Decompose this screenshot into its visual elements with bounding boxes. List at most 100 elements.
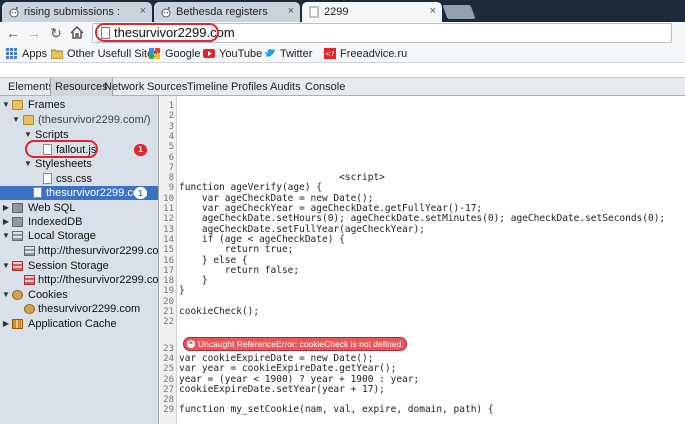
expand-arrow-icon[interactable]: ▼ [2, 229, 10, 243]
line-number: 5 [168, 142, 174, 153]
collapsed-arrow-icon[interactable]: ▶ [2, 317, 10, 331]
tree-application-cache[interactable]: ▶ Application Cache [0, 317, 158, 331]
bookmark-label: Google [165, 48, 201, 60]
bookmark-other-usefull-sites[interactable]: Other Usefull Sites [51, 47, 159, 61]
tree-label: Cookies [28, 289, 68, 301]
line-number: 27 [163, 384, 174, 395]
home-icon[interactable] [70, 26, 84, 39]
tree-label: IndexedDB [28, 216, 83, 228]
tree-label: thesurvivor2299.com [38, 303, 141, 315]
bookmark-freeadvice[interactable]: <? Freeadvice.ru [324, 47, 407, 61]
line-number: 16 [163, 255, 174, 266]
tree-indexeddb[interactable]: ▶ IndexedDB [0, 215, 158, 229]
line-number: 10 [163, 193, 174, 204]
tree-label: http://thesurvivor2299.com [38, 245, 159, 257]
error-count-badge: 1 [134, 144, 147, 156]
bookmarks-bar: Apps Other Usefull Sites Google YouTube … [0, 44, 685, 63]
expand-arrow-icon[interactable]: ▼ [2, 98, 10, 112]
tree-frames[interactable]: ▼ Frames [0, 98, 158, 112]
file-icon [33, 187, 42, 198]
page-viewport [0, 64, 685, 78]
line-number: 7 [168, 162, 174, 173]
new-tab-button[interactable] [442, 5, 476, 19]
collapsed-arrow-icon[interactable]: ▶ [2, 215, 10, 229]
back-arrow-icon[interactable]: ← [5, 25, 21, 41]
tree-cookies[interactable]: ▼ Cookies [0, 288, 158, 302]
expand-arrow-icon[interactable]: ▼ [24, 157, 32, 171]
tree-cookies-domain[interactable]: thesurvivor2299.com [0, 302, 158, 316]
expand-arrow-icon[interactable]: ▼ [12, 113, 20, 127]
tree-web-sql[interactable]: ▶ Web SQL [0, 201, 158, 215]
line-number: 17 [163, 265, 174, 276]
tree-local-storage[interactable]: ▼ Local Storage [0, 229, 158, 243]
tab-bethesda[interactable]: Bethesda registers new do × [154, 2, 300, 22]
tab-network[interactable]: Network [100, 78, 148, 96]
code-line: cookieExpireDate.setYear(year + 17); [179, 383, 385, 395]
source-viewer[interactable]: 1 2 3 4 5 6 7 8 9 10 11 12 13 14 15 16 17 18 19 20 21 22 23 24 2… [160, 96, 685, 424]
cookie-icon [24, 304, 35, 314]
line-number: 15 [163, 245, 174, 256]
tree-label: Session Storage [28, 260, 109, 272]
storage-grid-icon [12, 231, 23, 241]
code-line: return true; [179, 244, 294, 256]
bookmark-youtube[interactable]: YouTube [203, 47, 262, 61]
tree-label: Local Storage [28, 230, 96, 242]
line-number: 28 [163, 395, 174, 406]
close-icon[interactable]: × [430, 5, 436, 17]
close-icon[interactable]: × [288, 5, 294, 17]
file-icon [43, 173, 52, 184]
line-number: 3 [168, 121, 174, 132]
bookmark-google[interactable]: Google [149, 47, 200, 61]
tree-session-origin[interactable]: http://thesurvivor2299.com [0, 273, 159, 287]
close-icon[interactable]: × [140, 5, 146, 17]
line-number: 25 [163, 364, 174, 375]
freeadvice-icon: <? [324, 48, 336, 59]
bookmark-label: Apps [22, 48, 48, 60]
tree-session-storage[interactable]: ▼ Session Storage [0, 259, 158, 273]
tab-timeline[interactable]: Timeline [183, 78, 232, 96]
code-line: var year = cookieExpireDate.getYear(); [179, 363, 397, 375]
collapsed-arrow-icon[interactable]: ▶ [2, 201, 10, 215]
bookmark-label: Twitter [280, 48, 313, 60]
tab-label: Bethesda registers new do [176, 6, 270, 18]
line-number: 1 [168, 101, 174, 111]
reddit-favicon-icon [9, 7, 19, 18]
url-highlight-annotation [95, 23, 219, 42]
line-number: 29 [163, 405, 174, 416]
forward-arrow-icon[interactable]: → [26, 25, 42, 41]
line-number: 9 [168, 183, 174, 194]
database-icon [12, 217, 23, 227]
tab-reddit[interactable]: rising submissions : reddit × [2, 2, 152, 22]
expand-arrow-icon[interactable]: ▼ [2, 288, 10, 302]
bookmark-apps[interactable]: Apps [6, 47, 47, 61]
expand-arrow-icon[interactable]: ▼ [2, 259, 10, 273]
line-number: 2 [168, 111, 174, 122]
tab-audits[interactable]: Audits [266, 78, 305, 96]
tree-origin-frame[interactable]: ▼ (thesurvivor2299.com/) [0, 113, 158, 127]
tab-2299[interactable]: 2299 × [302, 2, 442, 22]
line-number: 8 [168, 173, 174, 184]
tab-profiles[interactable]: Profiles [227, 78, 272, 96]
tab-label: rising submissions : reddit [24, 6, 122, 18]
reload-icon[interactable]: ↻ [48, 25, 64, 41]
tree-label: http://thesurvivor2299.com [38, 274, 159, 286]
application-cache-icon [12, 319, 23, 329]
bookmark-twitter[interactable]: Twitter [264, 47, 312, 61]
tree-label: css.css [56, 173, 93, 185]
folder-icon [12, 100, 23, 110]
tree-label: (thesurvivor2299.com/) [38, 114, 151, 126]
tree-main-document[interactable]: thesurvivor2299.co... 1 [0, 186, 158, 200]
line-number: 23 [163, 343, 174, 354]
tab-console[interactable]: Console [301, 78, 349, 96]
page-favicon-icon [309, 6, 319, 18]
tree-stylesheets[interactable]: ▼ Stylesheets [0, 157, 158, 171]
database-icon [12, 203, 23, 213]
tree-css-css[interactable]: css.css [0, 172, 158, 186]
tree-label: thesurvivor2299.co... [46, 187, 149, 199]
line-number: 13 [163, 224, 174, 235]
tree-local-origin[interactable]: http://thesurvivor2299.com [0, 244, 159, 258]
line-number: 19 [163, 286, 174, 297]
storage-grid-icon [12, 261, 23, 271]
code-line: function my_setCookie(nam, val, expire, … [179, 404, 494, 416]
line-number: 20 [163, 296, 174, 307]
